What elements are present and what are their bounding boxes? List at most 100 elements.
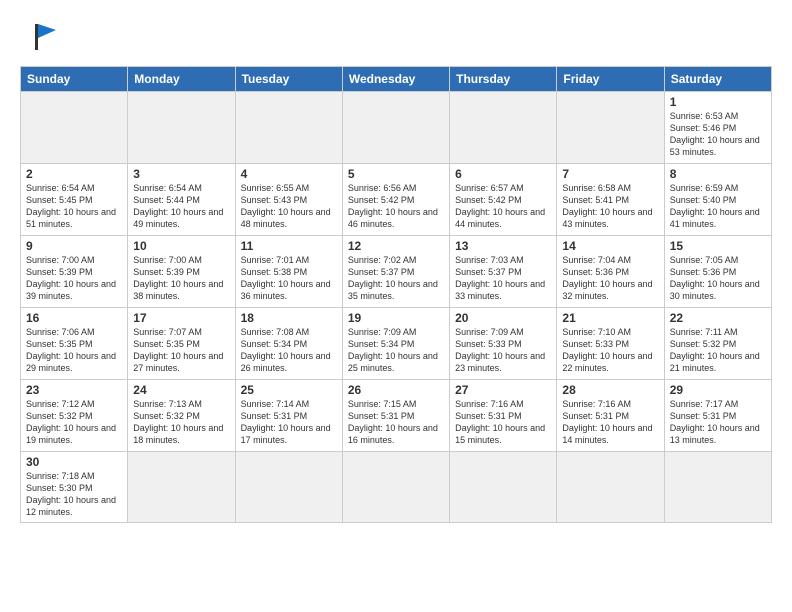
day-info: Sunrise: 7:12 AM Sunset: 5:32 PM Dayligh… [26, 398, 122, 447]
day-number: 29 [670, 383, 766, 397]
day-number: 24 [133, 383, 229, 397]
day-info: Sunrise: 6:54 AM Sunset: 5:44 PM Dayligh… [133, 182, 229, 231]
day-info: Sunrise: 7:18 AM Sunset: 5:30 PM Dayligh… [26, 470, 122, 519]
day-info: Sunrise: 7:11 AM Sunset: 5:32 PM Dayligh… [670, 326, 766, 375]
calendar-cell: 22Sunrise: 7:11 AM Sunset: 5:32 PM Dayli… [664, 308, 771, 380]
calendar-cell: 21Sunrise: 7:10 AM Sunset: 5:33 PM Dayli… [557, 308, 664, 380]
calendar-page: SundayMondayTuesdayWednesdayThursdayFrid… [0, 0, 792, 533]
day-number: 18 [241, 311, 337, 325]
day-info: Sunrise: 7:01 AM Sunset: 5:38 PM Dayligh… [241, 254, 337, 303]
calendar-cell: 18Sunrise: 7:08 AM Sunset: 5:34 PM Dayli… [235, 308, 342, 380]
day-info: Sunrise: 7:00 AM Sunset: 5:39 PM Dayligh… [26, 254, 122, 303]
day-number: 26 [348, 383, 444, 397]
calendar-body: 1Sunrise: 6:53 AM Sunset: 5:46 PM Daylig… [21, 92, 772, 523]
calendar-cell: 17Sunrise: 7:07 AM Sunset: 5:35 PM Dayli… [128, 308, 235, 380]
calendar-cell: 15Sunrise: 7:05 AM Sunset: 5:36 PM Dayli… [664, 236, 771, 308]
calendar-cell: 26Sunrise: 7:15 AM Sunset: 5:31 PM Dayli… [342, 380, 449, 452]
day-info: Sunrise: 6:57 AM Sunset: 5:42 PM Dayligh… [455, 182, 551, 231]
day-info: Sunrise: 7:15 AM Sunset: 5:31 PM Dayligh… [348, 398, 444, 447]
calendar-cell [342, 92, 449, 164]
weekday-header-wednesday: Wednesday [342, 67, 449, 92]
week-row-6: 30Sunrise: 7:18 AM Sunset: 5:30 PM Dayli… [21, 452, 772, 523]
day-info: Sunrise: 6:59 AM Sunset: 5:40 PM Dayligh… [670, 182, 766, 231]
day-info: Sunrise: 7:13 AM Sunset: 5:32 PM Dayligh… [133, 398, 229, 447]
day-number: 11 [241, 239, 337, 253]
header [20, 16, 772, 56]
logo [20, 16, 60, 56]
calendar-cell: 9Sunrise: 7:00 AM Sunset: 5:39 PM Daylig… [21, 236, 128, 308]
day-info: Sunrise: 6:55 AM Sunset: 5:43 PM Dayligh… [241, 182, 337, 231]
calendar-cell: 20Sunrise: 7:09 AM Sunset: 5:33 PM Dayli… [450, 308, 557, 380]
day-info: Sunrise: 7:07 AM Sunset: 5:35 PM Dayligh… [133, 326, 229, 375]
calendar-cell: 6Sunrise: 6:57 AM Sunset: 5:42 PM Daylig… [450, 164, 557, 236]
day-number: 3 [133, 167, 229, 181]
day-number: 1 [670, 95, 766, 109]
week-row-3: 9Sunrise: 7:00 AM Sunset: 5:39 PM Daylig… [21, 236, 772, 308]
week-row-5: 23Sunrise: 7:12 AM Sunset: 5:32 PM Dayli… [21, 380, 772, 452]
weekday-header-saturday: Saturday [664, 67, 771, 92]
day-number: 27 [455, 383, 551, 397]
day-info: Sunrise: 7:17 AM Sunset: 5:31 PM Dayligh… [670, 398, 766, 447]
calendar-cell: 2Sunrise: 6:54 AM Sunset: 5:45 PM Daylig… [21, 164, 128, 236]
day-number: 17 [133, 311, 229, 325]
calendar-cell: 8Sunrise: 6:59 AM Sunset: 5:40 PM Daylig… [664, 164, 771, 236]
calendar-cell: 5Sunrise: 6:56 AM Sunset: 5:42 PM Daylig… [342, 164, 449, 236]
weekday-header-sunday: Sunday [21, 67, 128, 92]
day-info: Sunrise: 7:10 AM Sunset: 5:33 PM Dayligh… [562, 326, 658, 375]
day-number: 6 [455, 167, 551, 181]
day-number: 22 [670, 311, 766, 325]
calendar-cell: 27Sunrise: 7:16 AM Sunset: 5:31 PM Dayli… [450, 380, 557, 452]
day-info: Sunrise: 7:08 AM Sunset: 5:34 PM Dayligh… [241, 326, 337, 375]
week-row-4: 16Sunrise: 7:06 AM Sunset: 5:35 PM Dayli… [21, 308, 772, 380]
day-number: 15 [670, 239, 766, 253]
calendar-cell: 23Sunrise: 7:12 AM Sunset: 5:32 PM Dayli… [21, 380, 128, 452]
day-info: Sunrise: 7:00 AM Sunset: 5:39 PM Dayligh… [133, 254, 229, 303]
calendar-cell [450, 92, 557, 164]
calendar-cell: 4Sunrise: 6:55 AM Sunset: 5:43 PM Daylig… [235, 164, 342, 236]
calendar-cell: 12Sunrise: 7:02 AM Sunset: 5:37 PM Dayli… [342, 236, 449, 308]
day-number: 19 [348, 311, 444, 325]
calendar-cell [128, 92, 235, 164]
weekday-header-monday: Monday [128, 67, 235, 92]
weekday-header-thursday: Thursday [450, 67, 557, 92]
day-number: 4 [241, 167, 337, 181]
day-info: Sunrise: 6:58 AM Sunset: 5:41 PM Dayligh… [562, 182, 658, 231]
calendar-cell [21, 92, 128, 164]
calendar-cell: 30Sunrise: 7:18 AM Sunset: 5:30 PM Dayli… [21, 452, 128, 523]
day-number: 21 [562, 311, 658, 325]
day-info: Sunrise: 6:53 AM Sunset: 5:46 PM Dayligh… [670, 110, 766, 159]
day-number: 14 [562, 239, 658, 253]
day-info: Sunrise: 7:09 AM Sunset: 5:33 PM Dayligh… [455, 326, 551, 375]
calendar-cell: 10Sunrise: 7:00 AM Sunset: 5:39 PM Dayli… [128, 236, 235, 308]
day-number: 5 [348, 167, 444, 181]
weekday-header-tuesday: Tuesday [235, 67, 342, 92]
calendar-cell [128, 452, 235, 523]
calendar-cell: 29Sunrise: 7:17 AM Sunset: 5:31 PM Dayli… [664, 380, 771, 452]
calendar-table: SundayMondayTuesdayWednesdayThursdayFrid… [20, 66, 772, 523]
day-number: 30 [26, 455, 122, 469]
calendar-cell [557, 452, 664, 523]
day-info: Sunrise: 7:16 AM Sunset: 5:31 PM Dayligh… [562, 398, 658, 447]
day-info: Sunrise: 7:14 AM Sunset: 5:31 PM Dayligh… [241, 398, 337, 447]
day-number: 25 [241, 383, 337, 397]
day-info: Sunrise: 7:09 AM Sunset: 5:34 PM Dayligh… [348, 326, 444, 375]
calendar-cell: 7Sunrise: 6:58 AM Sunset: 5:41 PM Daylig… [557, 164, 664, 236]
calendar-cell [342, 452, 449, 523]
weekday-header-friday: Friday [557, 67, 664, 92]
week-row-1: 1Sunrise: 6:53 AM Sunset: 5:46 PM Daylig… [21, 92, 772, 164]
calendar-cell: 25Sunrise: 7:14 AM Sunset: 5:31 PM Dayli… [235, 380, 342, 452]
calendar-cell: 11Sunrise: 7:01 AM Sunset: 5:38 PM Dayli… [235, 236, 342, 308]
day-info: Sunrise: 7:05 AM Sunset: 5:36 PM Dayligh… [670, 254, 766, 303]
calendar-cell [235, 92, 342, 164]
weekday-header-row: SundayMondayTuesdayWednesdayThursdayFrid… [21, 67, 772, 92]
calendar-cell [235, 452, 342, 523]
calendar-cell: 19Sunrise: 7:09 AM Sunset: 5:34 PM Dayli… [342, 308, 449, 380]
day-info: Sunrise: 6:56 AM Sunset: 5:42 PM Dayligh… [348, 182, 444, 231]
calendar-cell: 3Sunrise: 6:54 AM Sunset: 5:44 PM Daylig… [128, 164, 235, 236]
calendar-cell [450, 452, 557, 523]
day-info: Sunrise: 6:54 AM Sunset: 5:45 PM Dayligh… [26, 182, 122, 231]
day-number: 23 [26, 383, 122, 397]
day-number: 13 [455, 239, 551, 253]
day-number: 10 [133, 239, 229, 253]
calendar-cell: 13Sunrise: 7:03 AM Sunset: 5:37 PM Dayli… [450, 236, 557, 308]
